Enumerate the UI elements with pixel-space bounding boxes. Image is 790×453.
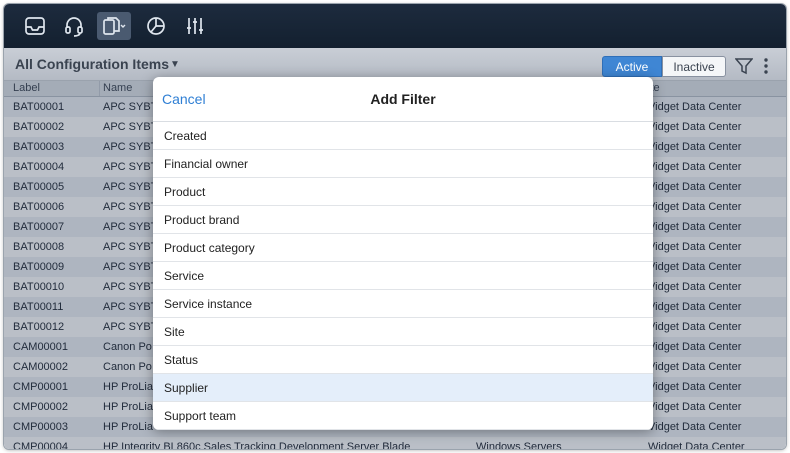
filter-option[interactable]: Product — [153, 178, 653, 206]
filter-option[interactable]: Status — [153, 346, 653, 374]
inactive-toggle[interactable]: Inactive — [662, 56, 726, 77]
app-window: All Configuration Items ▼ Active Inactiv… — [4, 4, 786, 449]
filter-option[interactable]: Product brand — [153, 206, 653, 234]
more-options-icon[interactable] — [762, 58, 770, 74]
headset-icon[interactable] — [57, 12, 91, 40]
filter-option[interactable]: Service — [153, 262, 653, 290]
popover-header: Add Filter Cancel — [153, 77, 653, 122]
filter-option[interactable]: Financial owner — [153, 150, 653, 178]
filter-option[interactable]: Supplier — [153, 374, 653, 402]
pie-chart-icon[interactable] — [139, 12, 173, 40]
chevron-down-icon[interactable]: ▼ — [170, 59, 180, 70]
filter-option[interactable]: Service instance — [153, 290, 653, 318]
filter-option[interactable]: Support team — [153, 402, 653, 430]
inbox-icon[interactable] — [18, 12, 52, 40]
cancel-button[interactable]: Cancel — [162, 91, 206, 107]
filter-option[interactable]: Site — [153, 318, 653, 346]
filter-option[interactable]: Created — [153, 122, 653, 150]
top-toolbar — [4, 4, 786, 48]
active-toggle[interactable]: Active — [602, 56, 662, 77]
sliders-icon[interactable] — [178, 12, 212, 40]
copy-icon[interactable] — [97, 12, 131, 40]
popover-title: Add Filter — [370, 91, 436, 107]
filter-icon[interactable] — [735, 58, 753, 75]
list-title[interactable]: All Configuration Items — [15, 56, 169, 72]
add-filter-popover: Add Filter Cancel Created Financial owner… — [153, 77, 653, 430]
filter-option[interactable]: Product category — [153, 234, 653, 262]
filter-options-list: Created Financial owner Product Product bra… — [153, 122, 653, 430]
